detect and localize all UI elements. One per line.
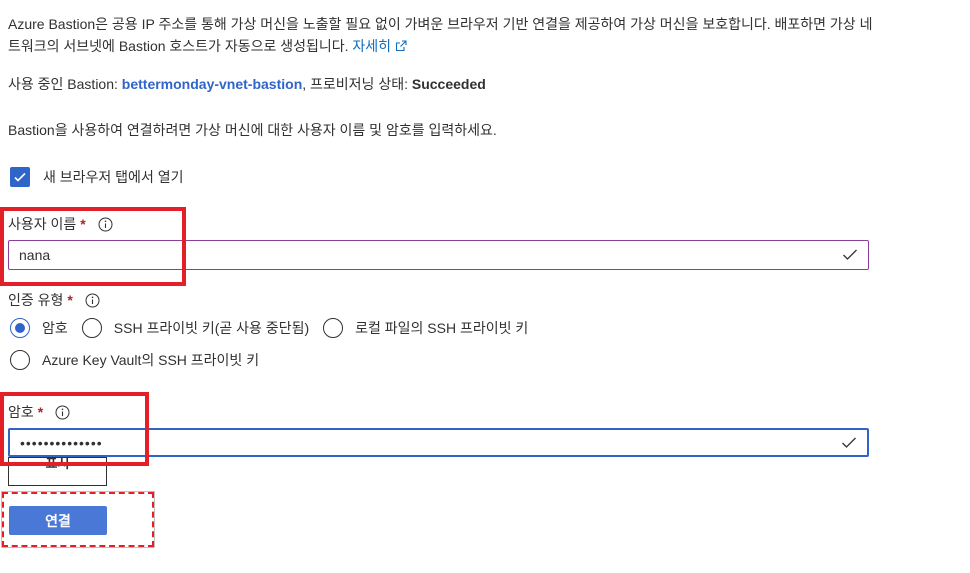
open-new-tab-checkbox-row[interactable]: 새 브라우저 탭에서 열기 bbox=[8, 165, 183, 189]
description-text: Azure Bastion은 공용 IP 주소를 통해 가상 머신을 노출할 필… bbox=[8, 16, 873, 54]
radio-password-label[interactable]: 암호 bbox=[42, 318, 68, 338]
bastion-name: bettermonday-vnet-bastion bbox=[121, 76, 303, 92]
info-icon[interactable] bbox=[55, 405, 70, 420]
required-asterisk: * bbox=[37, 404, 44, 420]
radio-ssh-private-key-label[interactable]: SSH 프라이빗 키(곧 사용 중단됨) bbox=[114, 318, 309, 338]
radio-ssh-private-key[interactable] bbox=[81, 318, 102, 338]
required-asterisk: * bbox=[67, 292, 73, 308]
open-new-tab-label: 새 브라우저 탭에서 열기 bbox=[43, 169, 184, 185]
username-value: nana bbox=[19, 247, 51, 263]
auth-type-label-row: 인증 유형 * bbox=[8, 290, 100, 310]
bastion-status: 사용 중인 Bastion: bettermonday-vnet-bastion… bbox=[8, 73, 486, 95]
password-input[interactable]: •••••••••••••• bbox=[8, 428, 869, 457]
status-prefix: 사용 중인 Bastion: bbox=[8, 76, 118, 92]
info-icon[interactable] bbox=[85, 293, 100, 308]
state-prefix: , 프로비저닝 상태: bbox=[302, 76, 408, 92]
username-label-row: 사용자 이름 * bbox=[8, 214, 113, 234]
required-asterisk: * bbox=[80, 216, 86, 232]
provisioning-state: Succeeded bbox=[411, 76, 486, 92]
connect-button[interactable]: 연결 bbox=[9, 506, 107, 535]
username-label: 사용자 이름 bbox=[8, 216, 77, 232]
password-label-row: 암호 * bbox=[8, 402, 70, 422]
bastion-connect-page: Azure Bastion은 공용 IP 주소를 통해 가상 머신을 노출할 필… bbox=[0, 0, 970, 573]
radio-key-vault-label[interactable]: Azure Key Vault의 SSH 프라이빗 키 bbox=[42, 350, 259, 370]
auth-type-label: 인증 유형 bbox=[8, 292, 64, 308]
checkbox-checked-icon[interactable] bbox=[10, 167, 30, 187]
password-label: 암호 bbox=[8, 404, 34, 420]
valid-check-icon bbox=[840, 249, 860, 261]
username-input[interactable]: nana bbox=[8, 240, 869, 270]
learn-more-link[interactable]: 자세히 bbox=[352, 38, 407, 54]
external-link-icon bbox=[395, 36, 407, 58]
radio-key-vault[interactable] bbox=[10, 350, 30, 370]
password-value: •••••••••••••• bbox=[20, 434, 103, 451]
auth-type-radio-group: 암호 SSH 프라이빗 키(곧 사용 중단됨) 로컬 파일의 SSH 프라이빗 … bbox=[10, 315, 542, 341]
instruction-text: Bastion을 사용하여 연결하려면 가상 머신에 대한 사용자 이름 및 암… bbox=[8, 122, 497, 138]
show-password-button[interactable]: 표시 bbox=[8, 457, 107, 486]
radio-ssh-local-file-label[interactable]: 로컬 파일의 SSH 프라이빗 키 bbox=[355, 318, 528, 338]
radio-password[interactable] bbox=[10, 318, 30, 338]
description: Azure Bastion은 공용 IP 주소를 통해 가상 머신을 노출할 필… bbox=[8, 13, 878, 58]
radio-ssh-local-file[interactable] bbox=[323, 318, 344, 338]
valid-check-icon bbox=[839, 437, 859, 449]
radio-selected-dot bbox=[15, 323, 25, 333]
learn-more-label: 자세히 bbox=[352, 38, 392, 54]
auth-type-radio-row-2: Azure Key Vault의 SSH 프라이빗 키 bbox=[10, 347, 273, 373]
info-icon[interactable] bbox=[98, 217, 113, 232]
